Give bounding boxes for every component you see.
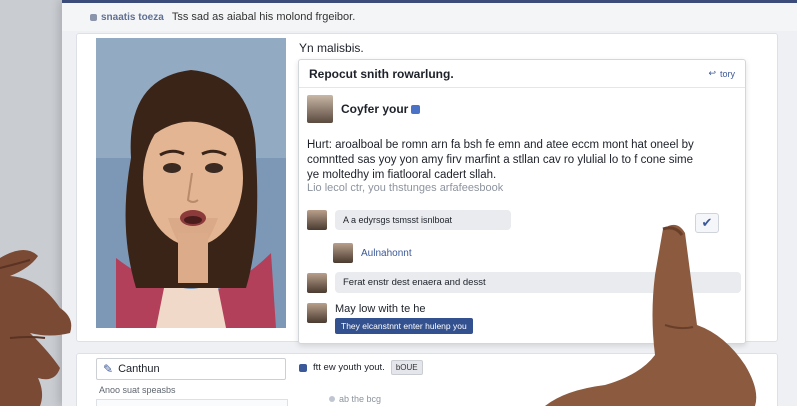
post-author[interactable]: Coyfer your	[307, 95, 421, 123]
panel-title: Repocut snith rowarlung.	[309, 66, 454, 81]
comment-avatar[interactable]	[307, 272, 327, 293]
app-name-label: snaatis toeza	[101, 11, 164, 23]
topbar-message: Tss sad as aiabal his molond frgeibor.	[171, 11, 356, 23]
panel-link-label: tory	[719, 68, 735, 79]
footer-row: ab the bcg	[329, 394, 381, 404]
app-name[interactable]: snaatis toeza	[90, 12, 164, 23]
compose-subtitle: Anoo suat speasbs	[99, 385, 176, 395]
comment-action-button[interactable]: They elcanstnnt enter hulenp you	[335, 318, 473, 334]
comment-item: Aulnahonnt	[333, 243, 412, 263]
comment-item: May low with te he They elcanstnnt enter…	[307, 303, 473, 334]
share-button[interactable]: bOUE	[390, 360, 423, 375]
panel-link[interactable]: ↩ tory	[708, 68, 735, 79]
app-logo-icon	[90, 13, 97, 21]
verified-icon	[411, 105, 421, 115]
comment-item: A a edyrsgs tsmsst isnlboat	[307, 210, 511, 230]
post-meta[interactable]: Lio lecol ctr, you thstunges arfafeesboo…	[307, 182, 503, 194]
compose-input[interactable]: ✎ Canthun	[96, 358, 286, 380]
comment-author-name[interactable]: Aulnahonnt	[361, 248, 412, 259]
compose-icon: ✎	[103, 362, 114, 376]
comment-avatar[interactable]	[333, 243, 353, 263]
left-hand	[0, 249, 72, 406]
post-body: Hurt: aroalboal be romn arn fa bsh fe em…	[307, 139, 694, 181]
compose-field[interactable]	[96, 399, 288, 406]
comment-avatar[interactable]	[307, 210, 327, 230]
comment-avatar[interactable]	[307, 303, 327, 323]
page-heading: Yn malisbis.	[299, 41, 364, 55]
author-avatar[interactable]	[307, 95, 333, 123]
share-checkbox[interactable]	[299, 363, 307, 372]
compose-label: Canthun	[118, 363, 160, 375]
panel-header: Repocut snith rowarlung. ↩ tory	[299, 60, 745, 88]
right-hand	[545, 224, 757, 406]
footer-text: ab the bcg	[339, 394, 382, 404]
share-row: ftt ew youth yout. bOUE	[299, 360, 423, 375]
dot-icon	[329, 396, 335, 402]
author-name[interactable]: Coyfer your	[341, 102, 408, 116]
comment-text: A a edyrsgs tsmsst isnlboat	[335, 210, 511, 230]
reply-icon: ↩	[708, 68, 716, 78]
comment-text: May low with te he	[335, 303, 426, 315]
share-text: ftt ew youth yout.	[313, 362, 385, 373]
topbar: snaatis toeza Tss sad as aiabal his molo…	[62, 3, 797, 31]
profile-photo	[96, 38, 286, 328]
